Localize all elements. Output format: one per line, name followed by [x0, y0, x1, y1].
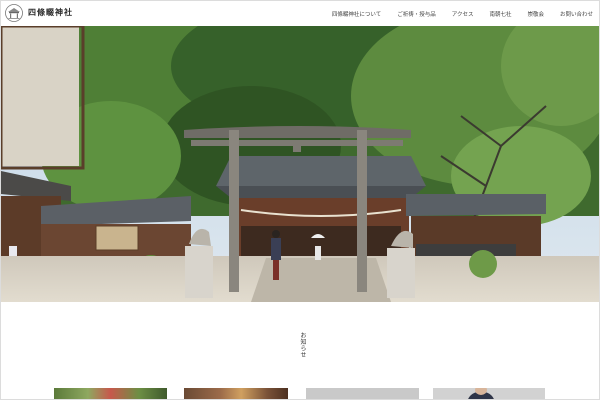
site-title[interactable]: 四條畷神社 — [28, 7, 73, 18]
news-heading: お知らせ — [299, 332, 306, 358]
site-header: 四條畷神社 四條畷神社について ご祈祷・授与品 アクセス 南朝七社 崇敬会 お問… — [1, 1, 599, 26]
shrine-torii-gate-photo — [1, 26, 599, 302]
news-thumbnail-3[interactable] — [306, 388, 419, 399]
nav-item-contact[interactable]: お問い合わせ — [552, 10, 593, 18]
news-section: お知らせ — [1, 302, 599, 399]
nav-item-about[interactable]: 四條畷神社について — [324, 10, 389, 18]
main-nav: 四條畷神社について ご祈祷・授与品 アクセス 南朝七社 崇敬会 お問い合わせ — [324, 1, 593, 26]
news-thumbnail-1[interactable] — [54, 388, 167, 399]
hero-image — [1, 26, 599, 302]
browser-frame: 四條畷神社 四條畷神社について ご祈祷・授与品 アクセス 南朝七社 崇敬会 お問… — [0, 0, 600, 400]
nav-item-nancho[interactable]: 南朝七社 — [481, 10, 519, 18]
nav-item-access[interactable]: アクセス — [444, 10, 482, 18]
nav-item-prayer[interactable]: ご祈祷・授与品 — [389, 10, 444, 18]
shrine-emblem-icon[interactable] — [5, 4, 23, 22]
nav-item-sukeikai[interactable]: 崇敬会 — [519, 10, 552, 18]
news-thumbnail-2[interactable] — [184, 388, 288, 399]
news-thumbnail-4[interactable] — [433, 388, 545, 399]
